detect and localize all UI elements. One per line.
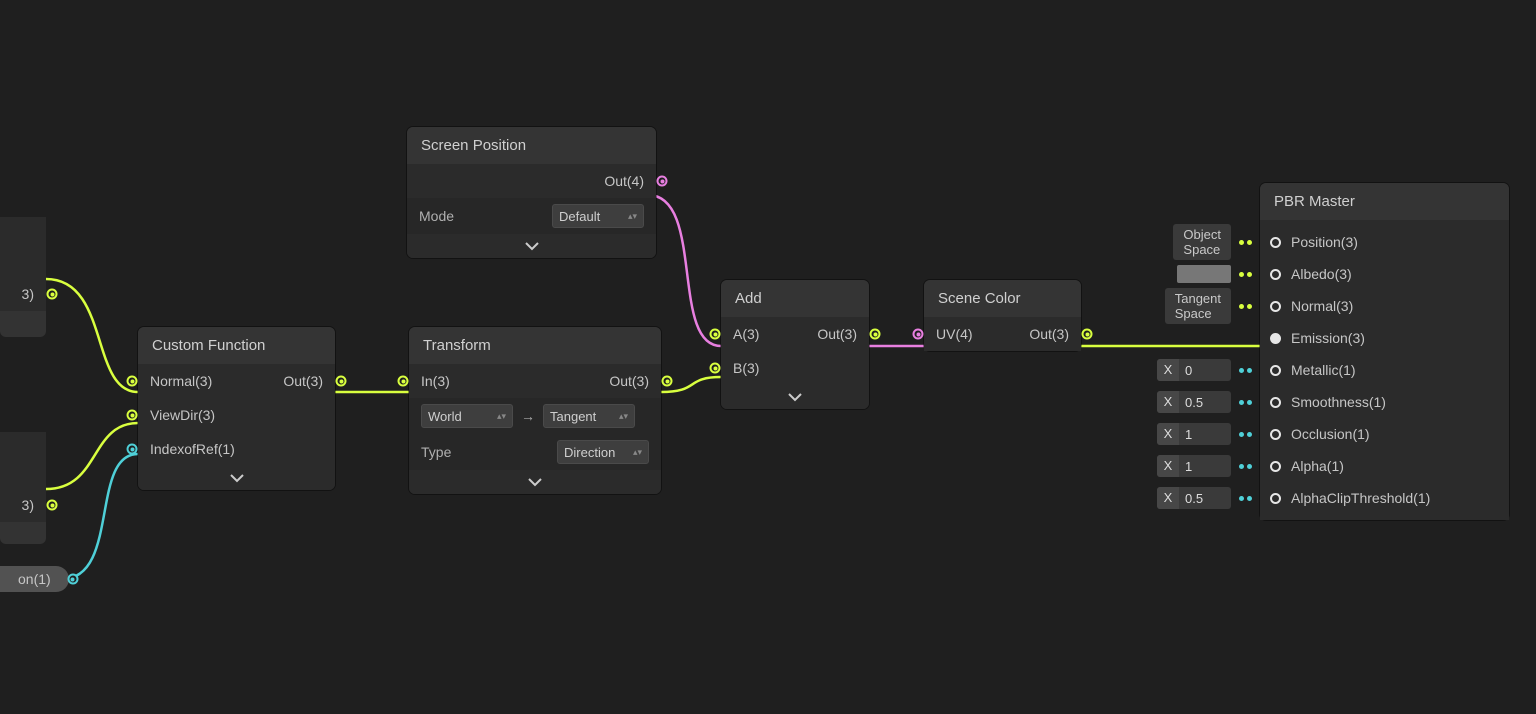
port-label: B(3) xyxy=(721,360,771,376)
port-label: Alpha(1) xyxy=(1291,458,1344,474)
node-fragment-pill[interactable]: on(1) xyxy=(0,566,69,592)
output-port[interactable] xyxy=(657,176,668,187)
port-label: IndexofRef(1) xyxy=(138,441,247,457)
scalar-field[interactable]: X0.5 xyxy=(1157,390,1252,414)
scalar-field[interactable]: X1 xyxy=(1157,454,1252,478)
port-label: A(3) xyxy=(721,326,771,342)
pbr-input-row: X1Occlusion(1) xyxy=(1260,418,1509,450)
expand-button[interactable] xyxy=(407,234,656,258)
port-label: Occlusion(1) xyxy=(1291,426,1370,442)
port-label: Smoothness(1) xyxy=(1291,394,1386,410)
pbr-input-row: Object SpacePosition(3) xyxy=(1260,226,1509,258)
input-port[interactable] xyxy=(398,376,409,387)
mode-dropdown[interactable]: Default▴▾ xyxy=(552,204,644,228)
input-port[interactable] xyxy=(1270,365,1281,376)
node-title: Transform xyxy=(409,327,661,364)
input-port-uv[interactable] xyxy=(913,329,924,340)
port-label: Normal(3) xyxy=(1291,298,1353,314)
node-title: PBR Master xyxy=(1260,183,1509,220)
output-port[interactable] xyxy=(67,574,78,585)
scalar-field[interactable]: X0.5 xyxy=(1157,486,1252,510)
port-label: Out(3) xyxy=(597,373,661,389)
output-port[interactable] xyxy=(870,329,881,340)
port-label: Out(3) xyxy=(271,373,335,389)
input-port[interactable] xyxy=(1270,397,1281,408)
input-port[interactable] xyxy=(1270,429,1281,440)
scalar-field[interactable]: X1 xyxy=(1157,422,1252,446)
pbr-input-row: Albedo(3) xyxy=(1260,258,1509,290)
expand-button[interactable] xyxy=(138,466,335,490)
input-port[interactable] xyxy=(1270,461,1281,472)
type-dropdown[interactable]: Direction▴▾ xyxy=(557,440,649,464)
node-custom-function[interactable]: Custom Function Normal(3) ViewDir(3) Ind… xyxy=(138,327,335,490)
input-port-a[interactable] xyxy=(710,329,721,340)
pbr-input-row: Tangent SpaceNormal(3) xyxy=(1260,290,1509,322)
arrow-icon: → xyxy=(521,408,535,424)
input-port[interactable] xyxy=(1270,493,1281,504)
from-space-dropdown[interactable]: World▴▾ xyxy=(421,404,513,428)
shader-graph-canvas[interactable]: 3) 3) on(1) Custom Function Normal(3) Vi… xyxy=(0,0,1536,714)
port-label: Emission(3) xyxy=(1291,330,1365,346)
node-transform[interactable]: Transform In(3) Out(3) World▴▾ → Tangen xyxy=(409,327,661,494)
node-title: Custom Function xyxy=(138,327,335,364)
control-label: Mode xyxy=(419,208,454,224)
node-fragment-mid[interactable]: 3) xyxy=(0,432,46,544)
color-swatch[interactable] xyxy=(1177,262,1252,286)
node-scene-color[interactable]: Scene Color UV(4) Out(3) xyxy=(924,280,1081,351)
node-title: Screen Position xyxy=(407,127,656,164)
to-space-dropdown[interactable]: Tangent▴▾ xyxy=(543,404,635,428)
input-port-normal[interactable] xyxy=(127,376,138,387)
node-title: Add xyxy=(721,280,869,317)
port-label: Position(3) xyxy=(1291,234,1358,250)
port-label: Metallic(1) xyxy=(1291,362,1356,378)
input-port-viewdir[interactable] xyxy=(127,410,138,421)
port-label: AlphaClipThreshold(1) xyxy=(1291,490,1430,506)
input-port[interactable] xyxy=(1270,269,1281,280)
port-label: Out(3) xyxy=(1017,326,1081,342)
space-chip[interactable]: Object Space xyxy=(1173,230,1252,254)
output-port[interactable] xyxy=(662,376,673,387)
expand-button[interactable] xyxy=(721,385,869,409)
node-fragment-top[interactable]: 3) xyxy=(0,217,46,337)
pbr-input-row: Emission(3) xyxy=(1260,322,1509,354)
pbr-input-row: X0.5AlphaClipThreshold(1) xyxy=(1260,482,1509,514)
output-port-label: on(1) xyxy=(18,571,51,587)
port-label: ViewDir(3) xyxy=(138,407,227,423)
input-port-b[interactable] xyxy=(710,363,721,374)
node-title: Scene Color xyxy=(924,280,1081,317)
input-port[interactable] xyxy=(1270,333,1281,344)
control-label: Type xyxy=(421,444,451,460)
port-label: In(3) xyxy=(409,373,462,389)
output-port-label: 3) xyxy=(10,286,46,302)
port-label: Out(4) xyxy=(592,173,656,189)
node-screen-position[interactable]: Screen Position Out(4) Mode Default▴▾ xyxy=(407,127,656,258)
input-port[interactable] xyxy=(1270,301,1281,312)
pbr-input-row: X1Alpha(1) xyxy=(1260,450,1509,482)
scalar-field[interactable]: X0 xyxy=(1157,358,1252,382)
port-label: Albedo(3) xyxy=(1291,266,1352,282)
port-label: Normal(3) xyxy=(138,373,224,389)
output-port[interactable] xyxy=(336,376,347,387)
output-port[interactable] xyxy=(47,500,58,511)
node-pbr-master[interactable]: PBR Master Object SpacePosition(3) Albedo… xyxy=(1260,183,1509,520)
input-port-ior[interactable] xyxy=(127,444,138,455)
output-port[interactable] xyxy=(1082,329,1093,340)
input-port[interactable] xyxy=(1270,237,1281,248)
space-chip[interactable]: Tangent Space xyxy=(1165,294,1252,318)
expand-button[interactable] xyxy=(409,470,661,494)
pbr-input-row: X0.5Smoothness(1) xyxy=(1260,386,1509,418)
node-add[interactable]: Add A(3) B(3) Out(3) xyxy=(721,280,869,409)
output-port[interactable] xyxy=(47,289,58,300)
port-label: UV(4) xyxy=(924,326,985,342)
port-label: Out(3) xyxy=(805,326,869,342)
pbr-input-row: X0Metallic(1) xyxy=(1260,354,1509,386)
output-port-label: 3) xyxy=(10,497,46,513)
